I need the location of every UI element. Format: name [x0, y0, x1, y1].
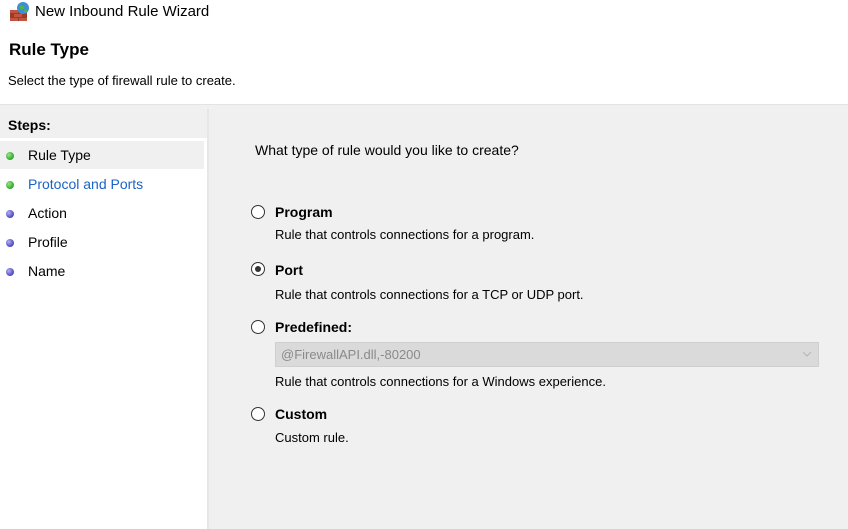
step-protocol-and-ports[interactable]: Protocol and Ports [0, 170, 204, 198]
custom-radio[interactable] [251, 407, 265, 421]
step-status-dot-icon [6, 239, 14, 247]
program-description: Rule that controls connections for a pro… [275, 227, 535, 242]
step-status-dot-icon [6, 181, 14, 189]
steps-title: Steps: [8, 117, 51, 133]
port-radio[interactable] [251, 262, 265, 276]
firewall-icon [10, 2, 29, 21]
step-name[interactable]: Name [0, 257, 204, 285]
step-status-dot-icon [6, 268, 14, 276]
step-label: Profile [28, 234, 68, 250]
step-rule-type[interactable]: Rule Type [0, 141, 204, 169]
steps-header: Steps: [0, 109, 207, 138]
custom-description: Custom rule. [275, 430, 349, 445]
step-label: Rule Type [28, 147, 91, 163]
window-title: New Inbound Rule Wizard [35, 3, 210, 20]
predefined-select-value: @FirewallAPI.dll,-80200 [281, 347, 421, 362]
predefined-label[interactable]: Predefined: [275, 319, 352, 335]
steps-panel: Steps: Rule Type Protocol and Ports Acti… [0, 109, 209, 529]
step-action[interactable]: Action [0, 199, 204, 227]
page-title: Rule Type [9, 40, 89, 59]
step-label: Action [28, 205, 67, 221]
question-text: What type of rule would you like to crea… [255, 142, 519, 158]
custom-label[interactable]: Custom [275, 406, 327, 422]
port-description: Rule that controls connections for a TCP… [275, 287, 584, 302]
step-label: Name [28, 263, 66, 279]
program-radio[interactable] [251, 205, 265, 219]
page-description: Select the type of firewall rule to crea… [8, 73, 236, 88]
title-bar: New Inbound Rule Wizard [0, 0, 848, 26]
predefined-description: Rule that controls connections for a Win… [275, 374, 606, 389]
step-status-dot-icon [6, 210, 14, 218]
predefined-select[interactable]: @FirewallAPI.dll,-80200 [275, 342, 819, 367]
step-label: Protocol and Ports [28, 176, 144, 192]
predefined-radio[interactable] [251, 320, 265, 334]
step-profile[interactable]: Profile [0, 228, 204, 256]
main-panel: What type of rule would you like to crea… [209, 109, 848, 529]
port-label[interactable]: Port [275, 262, 303, 278]
program-label[interactable]: Program [275, 204, 333, 220]
chevron-down-icon [802, 351, 812, 357]
step-status-dot-icon [6, 152, 14, 160]
